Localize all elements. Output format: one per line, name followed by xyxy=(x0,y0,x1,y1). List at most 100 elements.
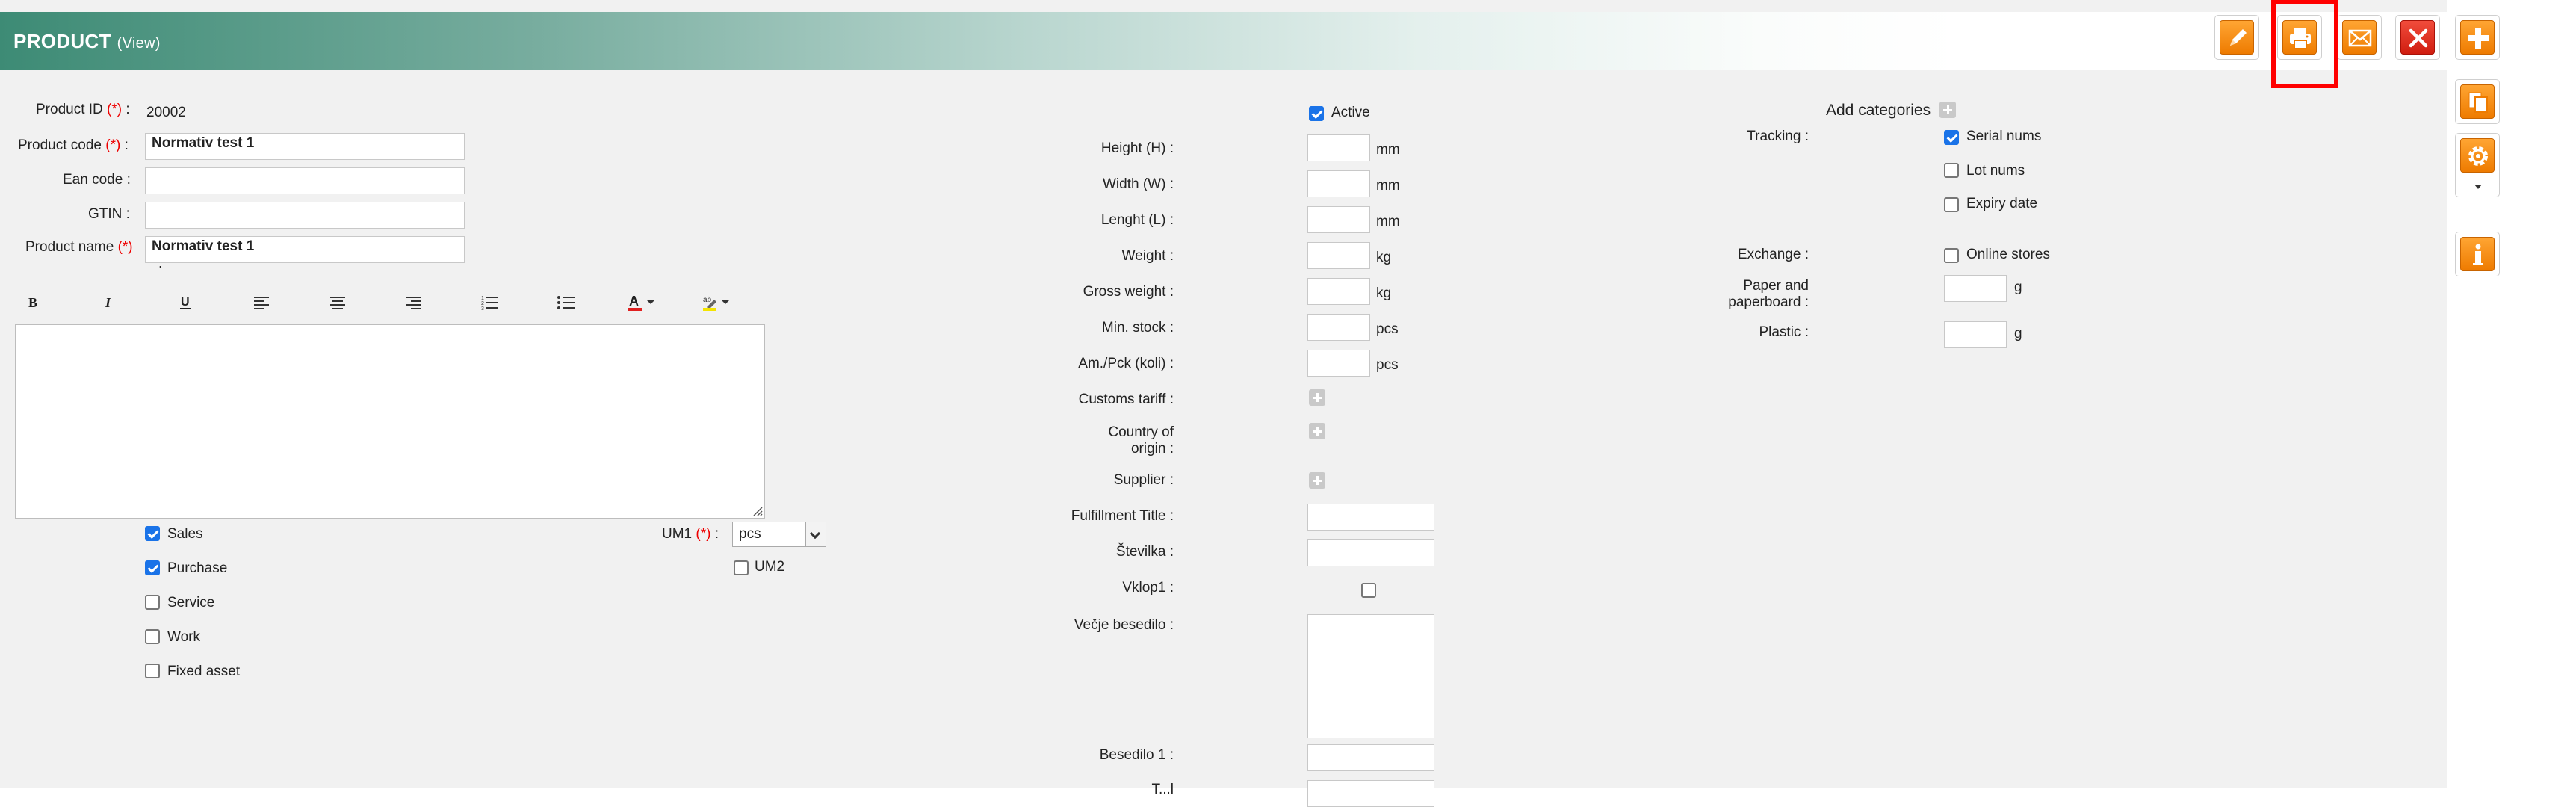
customs-tariff-label: Customs tariff : xyxy=(1078,392,1174,407)
weight-field[interactable] xyxy=(1307,242,1370,269)
product-id-value: 20002 xyxy=(146,105,186,120)
service-checkbox[interactable] xyxy=(145,595,160,610)
svg-text:ab: ab xyxy=(703,296,712,304)
serial-nums-label: Serial nums xyxy=(1966,129,2042,144)
add-button[interactable] xyxy=(2455,15,2500,60)
height-field[interactable] xyxy=(1307,134,1370,161)
svg-text:I: I xyxy=(105,295,111,310)
add-supplier-icon[interactable] xyxy=(1309,472,1325,489)
online-stores-checkbox[interactable] xyxy=(1944,248,1959,263)
edit-button[interactable] xyxy=(2214,15,2259,60)
sales-label: Sales xyxy=(167,526,203,542)
align-right-icon[interactable] xyxy=(399,290,429,315)
edit-icon xyxy=(2220,20,2254,55)
underline-icon[interactable]: U xyxy=(170,290,200,315)
am-pck-unit: pcs xyxy=(1376,357,1399,373)
align-center-icon[interactable] xyxy=(323,290,353,315)
bullet-list-icon[interactable] xyxy=(551,290,581,315)
italic-icon[interactable]: I xyxy=(94,290,124,315)
besedilo1-label: Besedilo 1 : xyxy=(1099,747,1174,763)
width-field[interactable] xyxy=(1307,170,1370,197)
stevilka-field[interactable] xyxy=(1307,539,1434,566)
am-pck-label: Am./Pck (koli) : xyxy=(1078,356,1174,371)
align-left-icon[interactable] xyxy=(247,290,276,315)
settings-icon xyxy=(2460,138,2495,173)
svg-text:2: 2 xyxy=(481,301,484,306)
active-checkbox[interactable] xyxy=(1309,106,1324,121)
fulfillment-title-label: Fulfillment Title : xyxy=(1071,508,1174,524)
am-pck-field[interactable] xyxy=(1307,350,1370,377)
gross-weight-field[interactable] xyxy=(1307,278,1370,305)
vklop1-checkbox[interactable] xyxy=(1361,583,1376,598)
plastic-label: Plastic : xyxy=(1759,324,1809,340)
um1-select[interactable]: pcs xyxy=(732,522,826,547)
lot-nums-checkbox[interactable] xyxy=(1944,163,1959,178)
fixed-asset-checkbox[interactable] xyxy=(145,664,160,678)
ean-code-field[interactable] xyxy=(145,167,465,194)
supplier-label: Supplier : xyxy=(1113,472,1174,488)
chevron-down-icon[interactable] xyxy=(805,522,826,546)
length-field[interactable] xyxy=(1307,206,1370,233)
delete-button[interactable] xyxy=(2395,15,2440,60)
length-label: Lenght (L) : xyxy=(1100,212,1174,228)
fulfillment-title-field[interactable] xyxy=(1307,504,1434,531)
serial-nums-checkbox[interactable] xyxy=(1944,130,1959,145)
svg-text:U: U xyxy=(181,296,190,309)
vklop1-label: Vklop1 : xyxy=(1122,580,1174,596)
um2-checkbox[interactable] xyxy=(734,560,749,575)
add-customs-tariff-icon[interactable] xyxy=(1309,389,1325,406)
expiry-date-checkbox[interactable] xyxy=(1944,197,1959,212)
copy-button[interactable] xyxy=(2455,79,2500,124)
resize-grip-icon[interactable] xyxy=(751,504,763,516)
plastic-field[interactable] xyxy=(1944,321,2007,348)
active-label: Active xyxy=(1331,105,1370,120)
weight-unit: kg xyxy=(1376,250,1392,265)
paper-unit: g xyxy=(2014,279,2022,295)
info-icon xyxy=(2460,237,2495,271)
email-button[interactable] xyxy=(2337,15,2382,60)
vecje-besedilo-label: Večje besedilo : xyxy=(1074,617,1174,633)
numbered-list-icon[interactable]: 123 xyxy=(475,290,505,315)
svg-text:B: B xyxy=(28,295,37,310)
text-color-icon[interactable]: A xyxy=(626,290,662,315)
sales-checkbox[interactable] xyxy=(145,526,160,541)
settings-dropdown-button[interactable] xyxy=(2455,133,2500,197)
bold-icon[interactable]: B xyxy=(18,290,48,315)
add-categories-icon[interactable] xyxy=(1939,102,1956,118)
cut-off-field[interactable] xyxy=(1307,780,1434,807)
besedilo1-field[interactable] xyxy=(1307,744,1434,771)
description-editor[interactable] xyxy=(15,324,765,519)
online-stores-label: Online stores xyxy=(1966,247,2050,262)
plastic-unit: g xyxy=(2014,326,2022,341)
min-stock-field[interactable] xyxy=(1307,314,1370,341)
product-name-label: Product name (*): xyxy=(25,239,163,271)
paper-field[interactable] xyxy=(1944,275,2007,302)
cut-off-label: T...l xyxy=(1151,782,1174,797)
product-id-label: Product ID (*) : xyxy=(36,102,130,117)
country-of-origin-label: Country of origin : xyxy=(1108,424,1174,457)
fixed-asset-label: Fixed asset xyxy=(167,664,241,679)
highlight-color-icon[interactable]: ab xyxy=(701,290,737,315)
lot-nums-label: Lot nums xyxy=(1966,163,2025,179)
paper-label: Paper and paperboard : xyxy=(1728,278,1809,310)
email-icon xyxy=(2342,20,2377,55)
product-code-field[interactable]: Normativ test 1 xyxy=(145,133,465,160)
editor-toolbar: B I U 123 A ab xyxy=(15,285,765,320)
length-unit: mm xyxy=(1376,214,1400,229)
info-button[interactable] xyxy=(2455,232,2500,276)
height-unit: mm xyxy=(1376,142,1400,158)
gtin-field[interactable] xyxy=(145,202,465,229)
tracking-label: Tracking : xyxy=(1747,129,1809,144)
add-categories-label: Add categories xyxy=(1826,102,1931,119)
vecje-besedilo-textarea[interactable] xyxy=(1307,614,1434,738)
purchase-checkbox[interactable] xyxy=(145,560,160,575)
svg-text:1: 1 xyxy=(481,296,484,301)
print-button[interactable] xyxy=(2277,15,2322,60)
add-country-of-origin-icon[interactable] xyxy=(1309,423,1325,439)
product-name-field[interactable]: Normativ test 1 xyxy=(145,236,465,263)
page-title: PRODUCT (View) xyxy=(13,30,161,53)
expiry-date-label: Expiry date xyxy=(1966,196,2038,211)
work-checkbox[interactable] xyxy=(145,629,160,644)
height-label: Height (H) : xyxy=(1100,140,1174,156)
view-mode-label: (View) xyxy=(117,35,161,52)
